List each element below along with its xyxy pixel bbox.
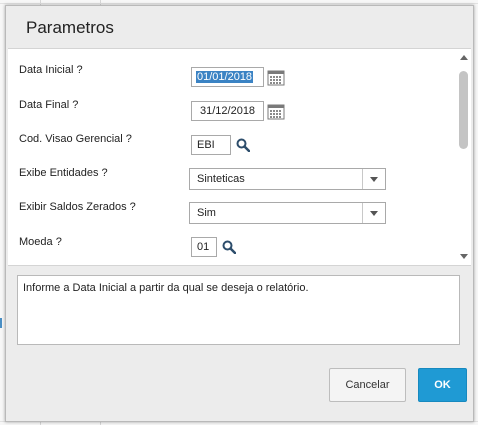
moeda-input[interactable]: 01 — [191, 237, 217, 257]
param-label-data-inicial: Data Inicial ? — [19, 64, 83, 76]
scrollbar-thumb[interactable] — [459, 71, 468, 149]
search-icon[interactable] — [236, 138, 250, 152]
parameters-dialog: Parametros Data Inicial ? 01/01/2018 Dat… — [5, 5, 474, 422]
scroll-down-icon[interactable] — [460, 254, 468, 259]
help-text-box: Informe a Data Inicial a partir da qual … — [17, 275, 460, 345]
data-inicial-value: 01/01/2018 — [196, 71, 254, 83]
calendar-icon[interactable] — [267, 102, 285, 120]
chevron-down-icon[interactable] — [362, 203, 385, 223]
param-label-exibir-saldos-zerados: Exibir Saldos Zerados ? — [19, 201, 136, 213]
param-label-moeda: Moeda ? — [19, 236, 62, 248]
dialog-title: Parametros — [26, 18, 114, 37]
exibe-entidades-value: Sinteticas — [197, 173, 245, 185]
exibe-entidades-select[interactable]: Sinteticas — [189, 168, 386, 190]
ok-button[interactable]: OK — [418, 368, 467, 402]
chevron-down-icon[interactable] — [362, 169, 385, 189]
parameters-panel: Data Inicial ? 01/01/2018 Data Final ? 3… — [8, 48, 471, 266]
cod-visao-gerencial-input[interactable]: EBI — [191, 135, 231, 155]
param-label-exibe-entidades: Exibe Entidades ? — [19, 167, 108, 179]
search-icon[interactable] — [222, 240, 236, 254]
calendar-icon[interactable] — [267, 68, 285, 86]
scroll-up-icon[interactable] — [460, 55, 468, 60]
param-label-data-final: Data Final ? — [19, 99, 79, 111]
data-final-input[interactable]: 31/12/2018 — [191, 101, 264, 121]
exibir-saldos-zerados-select[interactable]: Sim — [189, 202, 386, 224]
data-inicial-input[interactable]: 01/01/2018 — [191, 67, 264, 87]
background-divider — [0, 3, 478, 4]
param-label-cod-visao-gerencial: Cod. Visao Gerencial ? — [19, 133, 132, 145]
help-text: Informe a Data Inicial a partir da qual … — [23, 282, 309, 294]
exibir-saldos-zerados-value: Sim — [197, 207, 216, 219]
cancel-button[interactable]: Cancelar — [329, 368, 406, 402]
params-scrollbar[interactable] — [458, 51, 470, 263]
background-marker — [0, 318, 2, 328]
